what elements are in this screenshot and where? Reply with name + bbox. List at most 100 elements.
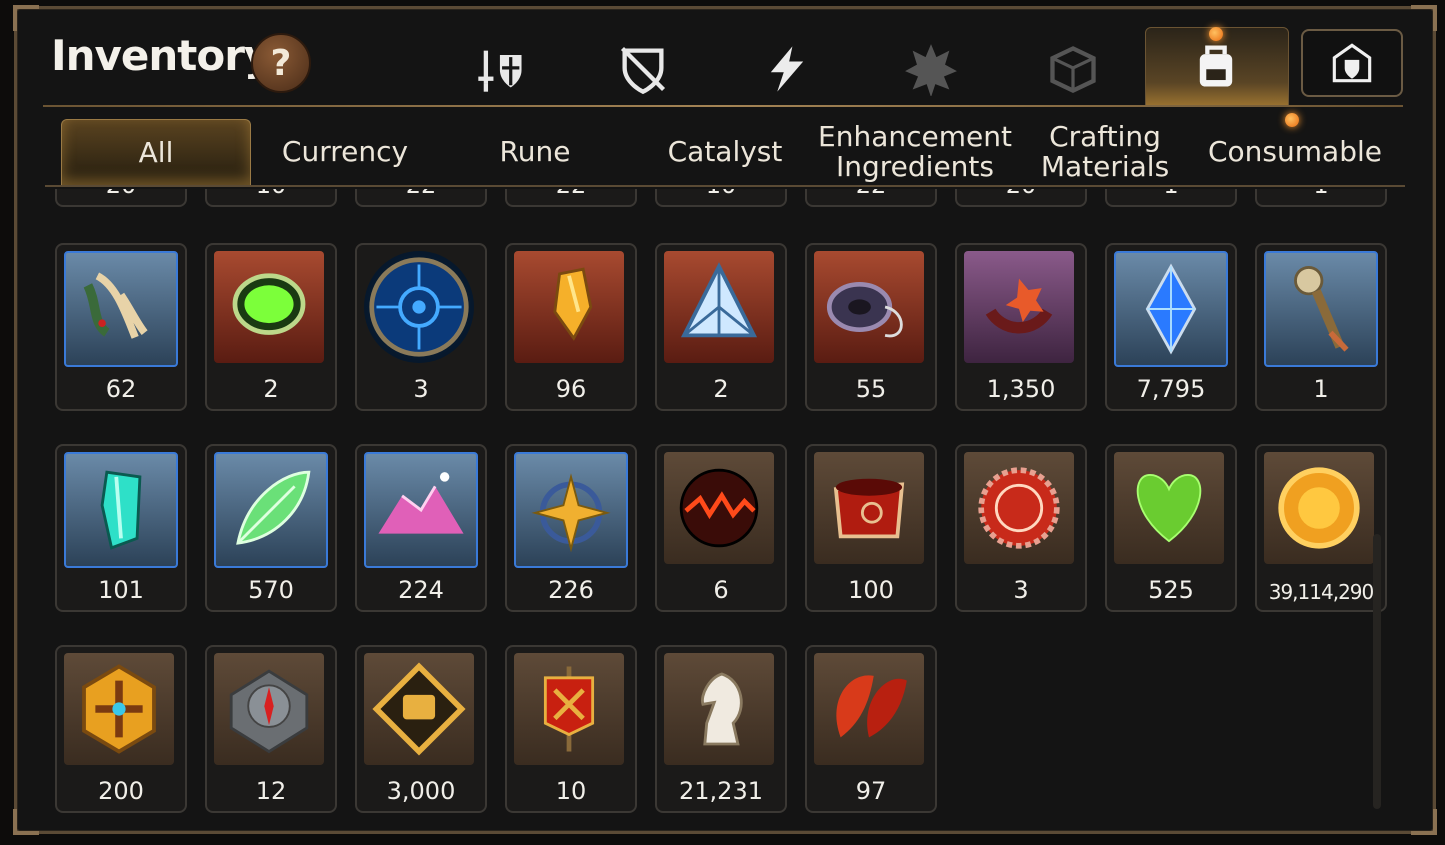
item-count: 21,231	[679, 777, 763, 805]
item-slot[interactable]: 7,795	[1105, 243, 1237, 411]
item-count: 1	[1107, 189, 1235, 199]
item-grid[interactable]: 20 10 22 22 10 22 20 1 1 62 2 3 96 2 55 1,350 7,795 1 101 5…	[51, 189, 1391, 815]
backpack-icon	[1199, 45, 1233, 87]
item-count: 3	[1013, 576, 1029, 604]
item-slot[interactable]: 200	[55, 645, 187, 813]
castle-shield-icon	[1332, 43, 1372, 83]
item-count: 100	[848, 576, 894, 604]
tab-crafting-materials[interactable]: Crafting Materials	[1011, 119, 1199, 185]
item-count: 39,114,290	[1268, 580, 1375, 604]
item-count: 101	[98, 576, 144, 604]
item-count: 62	[105, 375, 137, 403]
frame-corner	[1411, 5, 1437, 31]
item-slot[interactable]: 100	[805, 444, 937, 612]
item-count: 3	[413, 375, 429, 403]
item-slot[interactable]: 1	[1255, 243, 1387, 411]
sword-shield-icon	[478, 50, 522, 92]
item-count: 12	[255, 777, 287, 805]
banner-icon	[514, 653, 624, 765]
category-guild-button[interactable]	[1301, 29, 1403, 97]
item-count: 10	[657, 189, 785, 199]
item-slot[interactable]: 2	[205, 243, 337, 411]
tab-enhancement-ingredients[interactable]: Enhancement Ingredients	[818, 119, 1012, 185]
item-slot[interactable]: 1	[1255, 189, 1387, 207]
rune-orb-icon	[364, 251, 474, 363]
help-button[interactable]: ?	[251, 33, 311, 93]
item-slot[interactable]: 3	[955, 444, 1087, 612]
item-count: 22	[357, 189, 485, 199]
bracer-icon	[814, 452, 924, 564]
item-count: 97	[855, 777, 887, 805]
tab-rune[interactable]: Rune	[441, 119, 629, 185]
item-slot[interactable]: 10	[205, 189, 337, 207]
teal-crystal-icon	[64, 452, 178, 568]
item-count: 1	[1313, 375, 1329, 403]
item-slot[interactable]: 97	[805, 645, 937, 813]
category-inventory-button[interactable]	[1186, 36, 1246, 96]
item-slot[interactable]: 62	[55, 243, 187, 411]
category-equipment-button[interactable]	[471, 39, 531, 99]
inventory-window: Inventory ? All Currency Rune Catalyst E…	[13, 5, 1437, 835]
amber-crystal-icon	[514, 251, 624, 363]
item-count: 1,350	[986, 375, 1056, 403]
item-slot[interactable]: 21,231	[655, 645, 787, 813]
item-count: 22	[507, 189, 635, 199]
blue-gem-icon	[1114, 251, 1228, 367]
item-slot[interactable]: 20	[955, 189, 1087, 207]
item-slot[interactable]: 22	[505, 189, 637, 207]
item-slot[interactable]: 22	[355, 189, 487, 207]
item-slot[interactable]: 2	[655, 243, 787, 411]
item-slot[interactable]: 10	[655, 189, 787, 207]
item-slot[interactable]: 6	[655, 444, 787, 612]
item-slot[interactable]: 224	[355, 444, 487, 612]
item-slot[interactable]: 525	[1105, 444, 1237, 612]
category-gear-button[interactable]	[613, 39, 673, 99]
lava-orb-icon	[664, 452, 774, 564]
tab-currency[interactable]: Currency	[251, 119, 439, 185]
item-slot[interactable]: 1,350	[955, 243, 1087, 411]
red-charm-icon	[964, 251, 1074, 363]
pendant-key-icon	[1264, 251, 1378, 367]
tab-consumable[interactable]: Consumable	[1201, 119, 1389, 185]
item-slot[interactable]: 12	[205, 645, 337, 813]
item-count: 6	[713, 576, 729, 604]
item-count: 1	[1257, 189, 1385, 199]
item-slot[interactable]: 22	[805, 189, 937, 207]
item-slot[interactable]: 101	[55, 444, 187, 612]
item-slot[interactable]: 55	[805, 243, 937, 411]
notification-dot	[1285, 113, 1299, 127]
green-heart-icon	[1114, 452, 1224, 564]
item-slot[interactable]: 3	[355, 243, 487, 411]
scrollbar[interactable]	[1373, 534, 1381, 809]
tab-all[interactable]: All	[61, 119, 251, 186]
item-count: 3,000	[386, 777, 456, 805]
category-box-button[interactable]	[1043, 39, 1103, 99]
cap-badge-icon	[964, 452, 1074, 564]
notification-dot	[1209, 27, 1223, 41]
pink-ore-icon	[364, 452, 478, 568]
item-count: 20	[57, 189, 185, 199]
item-slot[interactable]: 39,114,290	[1255, 444, 1387, 612]
item-count: 570	[248, 576, 294, 604]
item-count: 200	[98, 777, 144, 805]
green-potion-icon	[214, 251, 324, 363]
item-count: 525	[1148, 576, 1194, 604]
item-count: 10	[207, 189, 335, 199]
item-slot[interactable]: 570	[205, 444, 337, 612]
compass-stone-icon	[214, 653, 324, 765]
category-burst-button[interactable]	[901, 39, 961, 99]
tab-catalyst[interactable]: Catalyst	[631, 119, 819, 185]
item-slot[interactable]: 10	[505, 645, 637, 813]
item-slot[interactable]: 3,000	[355, 645, 487, 813]
red-leaf-icon	[814, 653, 924, 765]
frame-corner	[13, 809, 39, 835]
lightning-icon	[770, 46, 804, 92]
item-count: 22	[807, 189, 935, 199]
item-slot[interactable]: 1	[1105, 189, 1237, 207]
item-slot[interactable]: 226	[505, 444, 637, 612]
category-skill-button[interactable]	[757, 39, 817, 99]
fist-badge-icon	[364, 653, 474, 765]
item-slot[interactable]: 20	[55, 189, 187, 207]
item-slot[interactable]: 96	[505, 243, 637, 411]
leaf-icon	[214, 452, 328, 568]
